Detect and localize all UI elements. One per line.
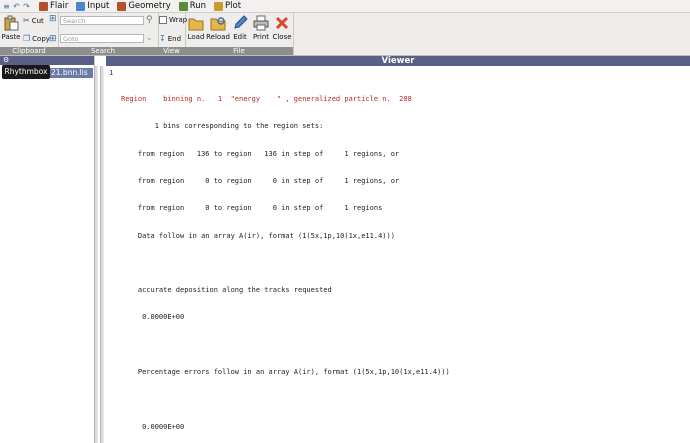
goto-input[interactable]: Goto (60, 34, 144, 43)
view-label: View (158, 47, 185, 55)
chevron-icon[interactable]: ⌄ (146, 33, 153, 42)
folder-icon (188, 15, 204, 31)
text-line: 0.0000E+00 (121, 313, 450, 322)
left-panel: ⚙ 21.bnn.lis Rhythmbox (0, 56, 95, 443)
tooltip: Rhythmbox (2, 65, 50, 79)
text-line: from region 0 to region 0 in step of 1 r… (121, 177, 450, 186)
reload-button[interactable]: Reload (207, 13, 229, 46)
menu-icon[interactable]: ≡ (2, 2, 11, 11)
text-line: ​ (121, 395, 450, 404)
splitter[interactable] (94, 66, 98, 443)
copy-button[interactable]: ❐Copy (23, 34, 50, 43)
view-group: Wrap ↧End View (158, 13, 186, 55)
file-group: Load Reload Edit Print Close File (185, 13, 294, 55)
text-line: 1 bins corresponding to the region sets: (121, 122, 450, 131)
search-group: ⊞ ⊞ Search ⚲ Goto ⌄ Search (48, 13, 159, 55)
line-gutter: 1 (106, 66, 118, 443)
text-line: Region binning n. 1 "energy " , generali… (121, 95, 450, 104)
end-button[interactable]: ↧End (159, 34, 181, 43)
quick-access: ≡ ↶ ↷ (0, 0, 31, 12)
close-button[interactable]: Close (271, 13, 293, 46)
input-icon (76, 2, 85, 11)
text-line: ​ (121, 259, 450, 268)
menu-plot[interactable]: Plot (214, 0, 241, 12)
text-line: Data follow in an array A(ir), format (1… (121, 232, 450, 241)
settings-icon[interactable]: ⚙ (3, 56, 9, 64)
redo-icon[interactable]: ↷ (22, 2, 31, 11)
reload-folder-icon (210, 15, 226, 31)
text-line: 0.0000E+00 (121, 423, 450, 432)
scissors-icon: ✂ (23, 16, 30, 25)
search-input[interactable]: Search (60, 16, 144, 25)
geometry-icon (117, 2, 126, 11)
load-button[interactable]: Load (185, 13, 207, 46)
left-panel-header: ⚙ (0, 56, 94, 65)
search-label: Search (48, 47, 158, 55)
menu-input[interactable]: Input (76, 0, 109, 12)
plot-icon (214, 2, 223, 11)
text-line: from region 0 to region 0 in step of 1 r… (121, 204, 450, 213)
print-button[interactable]: Print (250, 13, 272, 46)
paste-button[interactable]: Paste (0, 13, 22, 46)
copy-icon: ❐ (23, 34, 30, 43)
file-label: File (185, 47, 293, 55)
menu-flair[interactable]: Flair (39, 0, 68, 12)
cut-button[interactable]: ✂Cut (23, 16, 44, 25)
line-number: 1 (109, 69, 113, 77)
text-line: Percentage errors follow in an array A(i… (121, 368, 450, 377)
text-line: accurate deposition along the tracks req… (121, 286, 450, 295)
text-line: from region 136 to region 136 in step of… (121, 150, 450, 159)
text-line: ​ (121, 341, 450, 350)
undo-icon[interactable]: ↶ (12, 2, 21, 11)
file-tab[interactable]: 21.bnn.lis (48, 68, 93, 78)
menu-geometry[interactable]: Geometry (117, 0, 170, 12)
end-icon: ↧ (159, 34, 166, 43)
run-icon (179, 2, 188, 11)
pencil-icon (232, 15, 248, 31)
close-icon (274, 15, 290, 31)
search-icon[interactable]: ⚲ (146, 15, 153, 25)
paste-icon (3, 15, 19, 31)
checkbox-icon (159, 16, 167, 24)
splitter-2[interactable] (100, 66, 104, 443)
grid-icon-2[interactable]: ⊞ (49, 34, 57, 44)
wrap-checkbox[interactable]: Wrap (159, 16, 187, 24)
flair-icon (39, 2, 48, 11)
edit-button[interactable]: Edit (229, 13, 251, 46)
menu-bar: ≡ ↶ ↷ Flair Input Geometry Run Plot (0, 0, 690, 13)
printer-icon (253, 15, 269, 31)
ribbon: Paste ✂Cut ❐Copy Clipboard ⊞ ⊞ Search ⚲ … (0, 13, 690, 56)
menu-run[interactable]: Run (179, 0, 206, 12)
viewer-text[interactable]: Region binning n. 1 "energy " , generali… (121, 77, 450, 441)
grid-icon[interactable]: ⊞ (49, 14, 57, 24)
viewer-title: Viewer (106, 56, 690, 66)
